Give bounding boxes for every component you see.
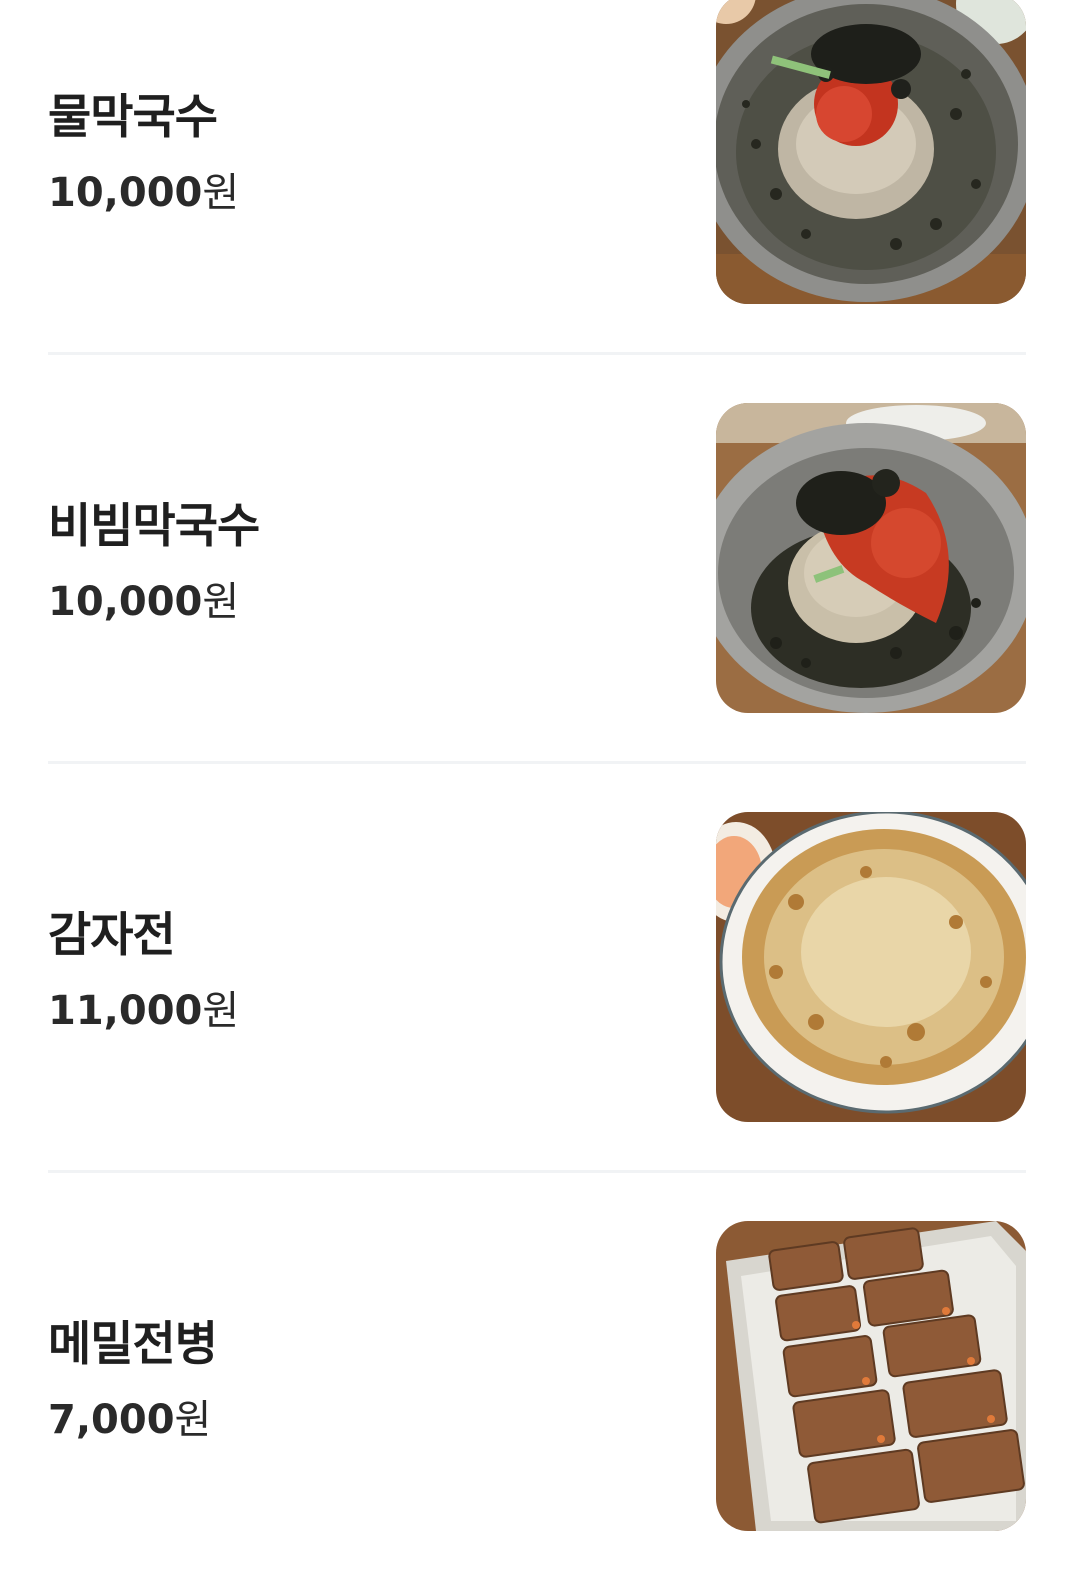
menu-item-name: 비빔막국수: [48, 499, 260, 554]
menu-item-price: 7,000원: [48, 1387, 211, 1445]
menu-item-price: 11,000원: [48, 978, 239, 1036]
menu-item-info: 물막국수 10,000원: [48, 0, 648, 304]
price-currency: 원: [202, 988, 240, 1034]
menu-item-price: 10,000원: [48, 569, 239, 627]
menu-item-name: 메밀전병: [48, 1317, 218, 1372]
price-currency: 원: [174, 1397, 212, 1443]
divider: [48, 761, 1026, 764]
price-amount: 10,000: [48, 170, 203, 216]
price-currency: 원: [202, 579, 240, 625]
divider: [48, 1170, 1026, 1173]
menu-item-gamja-jeon[interactable]: 감자전 11,000원: [48, 812, 1026, 1122]
menu-item-mul-makguksu[interactable]: 물막국수 10,000원: [48, 0, 1026, 304]
menu-item-name: 물막국수: [48, 90, 218, 145]
menu-item-bibim-makguksu[interactable]: 비빔막국수 10,000원: [48, 403, 1026, 713]
buckwheat-crepe-roll-photo[interactable]: [716, 1221, 1026, 1531]
price-currency: 원: [202, 170, 240, 216]
price-amount: 11,000: [48, 988, 203, 1034]
potato-pancake-photo[interactable]: [716, 812, 1026, 1122]
menu-item-info: 메밀전병 7,000원: [48, 1221, 648, 1531]
menu-item-price: 10,000원: [48, 160, 239, 218]
menu-item-info: 비빔막국수 10,000원: [48, 403, 648, 713]
spicy-buckwheat-noodle-photo[interactable]: [716, 403, 1026, 713]
menu-item-name: 감자전: [48, 908, 176, 963]
menu-item-info: 감자전 11,000원: [48, 812, 648, 1122]
divider: [48, 352, 1026, 355]
menu-item-memil-jeonbyeong[interactable]: 메밀전병 7,000원: [48, 1221, 1026, 1531]
price-amount: 7,000: [48, 1397, 175, 1443]
cold-buckwheat-noodle-soup-photo[interactable]: [716, 0, 1026, 304]
price-amount: 10,000: [48, 579, 203, 625]
